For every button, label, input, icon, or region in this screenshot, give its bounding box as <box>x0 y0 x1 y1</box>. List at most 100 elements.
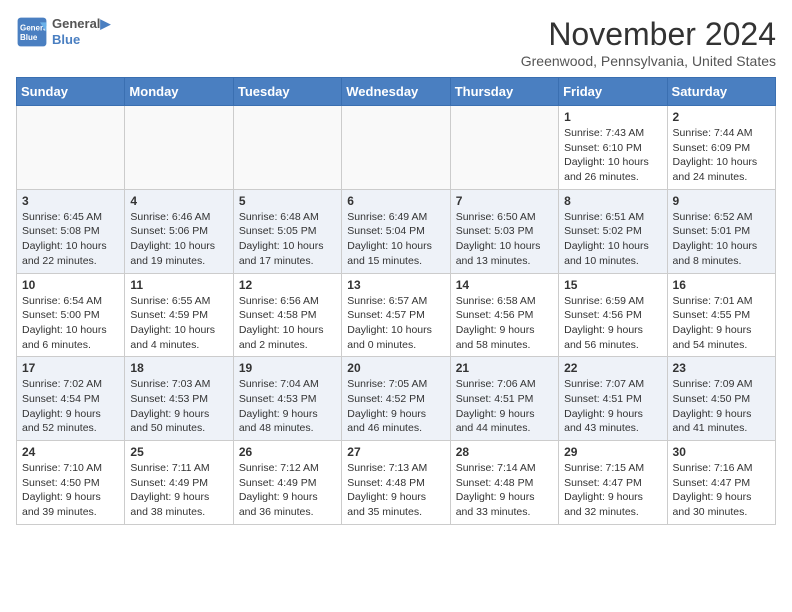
day-number: 8 <box>564 194 661 208</box>
day-info: Sunrise: 7:10 AMSunset: 4:50 PMDaylight:… <box>22 461 119 520</box>
day-number: 7 <box>456 194 553 208</box>
location: Greenwood, Pennsylvania, United States <box>521 53 776 69</box>
day-info: Sunrise: 7:43 AMSunset: 6:10 PMDaylight:… <box>564 126 661 185</box>
day-number: 1 <box>564 110 661 124</box>
day-info: Sunrise: 6:49 AMSunset: 5:04 PMDaylight:… <box>347 210 444 269</box>
day-info: Sunrise: 7:12 AMSunset: 4:49 PMDaylight:… <box>239 461 336 520</box>
day-number: 2 <box>673 110 770 124</box>
day-number: 28 <box>456 445 553 459</box>
calendar-cell: 29Sunrise: 7:15 AMSunset: 4:47 PMDayligh… <box>559 441 667 525</box>
calendar-cell: 18 Sunrise: 7:03 AMSunset: 4:53 PMDayligh… <box>125 357 233 441</box>
calendar-cell: 26 Sunrise: 7:12 AMSunset: 4:49 PMDayligh… <box>233 441 341 525</box>
day-info: Sunrise: 7:03 AMSunset: 4:53 PMDaylight:… <box>130 377 227 436</box>
day-info: Sunrise: 7:02 AMSunset: 4:54 PMDaylight:… <box>22 377 119 436</box>
calendar-cell <box>125 106 233 190</box>
calendar-cell: 14Sunrise: 6:58 AMSunset: 4:56 PMDayligh… <box>450 273 558 357</box>
calendar-cell: 7Sunrise: 6:50 AMSunset: 5:03 PMDaylight… <box>450 189 558 273</box>
day-info: Sunrise: 7:16 AMSunset: 4:47 PMDaylight:… <box>673 461 770 520</box>
day-info: Sunrise: 7:07 AMSunset: 4:51 PMDaylight:… <box>564 377 661 436</box>
calendar-week-5: 24 Sunrise: 7:10 AMSunset: 4:50 PMDayligh… <box>17 441 776 525</box>
calendar-cell: 8 Sunrise: 6:51 AMSunset: 5:02 PMDaylight… <box>559 189 667 273</box>
calendar-cell: 13 Sunrise: 6:57 AMSunset: 4:57 PMDayligh… <box>342 273 450 357</box>
page-header: General Blue General▶ Blue November 2024… <box>16 16 776 69</box>
day-number: 24 <box>22 445 119 459</box>
day-number: 20 <box>347 361 444 375</box>
title-section: November 2024 Greenwood, Pennsylvania, U… <box>521 16 776 69</box>
day-number: 15 <box>564 278 661 292</box>
header-tuesday: Tuesday <box>233 78 341 106</box>
calendar-cell: 15 Sunrise: 6:59 AMSunset: 4:56 PMDayligh… <box>559 273 667 357</box>
day-info: Sunrise: 6:54 AMSunset: 5:00 PMDaylight:… <box>22 294 119 353</box>
calendar-cell: 11Sunrise: 6:55 AMSunset: 4:59 PMDayligh… <box>125 273 233 357</box>
day-number: 12 <box>239 278 336 292</box>
header-thursday: Thursday <box>450 78 558 106</box>
header-friday: Friday <box>559 78 667 106</box>
calendar-cell: 25 Sunrise: 7:11 AMSunset: 4:49 PMDayligh… <box>125 441 233 525</box>
month-title: November 2024 <box>521 16 776 53</box>
logo: General Blue General▶ Blue <box>16 16 110 48</box>
day-number: 27 <box>347 445 444 459</box>
day-info: Sunrise: 6:45 AMSunset: 5:08 PMDaylight:… <box>22 210 119 269</box>
header-row: Sunday Monday Tuesday Wednesday Thursday… <box>17 78 776 106</box>
day-number: 16 <box>673 278 770 292</box>
calendar-cell: 23 Sunrise: 7:09 AMSunset: 4:50 PMDayligh… <box>667 357 775 441</box>
day-number: 22 <box>564 361 661 375</box>
calendar-week-3: 10Sunrise: 6:54 AMSunset: 5:00 PMDayligh… <box>17 273 776 357</box>
logo-text: General▶ Blue <box>52 16 110 47</box>
calendar-cell: 28 Sunrise: 7:14 AMSunset: 4:48 PMDayligh… <box>450 441 558 525</box>
header-saturday: Saturday <box>667 78 775 106</box>
day-info: Sunrise: 7:09 AMSunset: 4:50 PMDaylight:… <box>673 377 770 436</box>
calendar-cell <box>233 106 341 190</box>
day-info: Sunrise: 6:57 AMSunset: 4:57 PMDaylight:… <box>347 294 444 353</box>
day-number: 5 <box>239 194 336 208</box>
header-wednesday: Wednesday <box>342 78 450 106</box>
day-info: Sunrise: 7:05 AMSunset: 4:52 PMDaylight:… <box>347 377 444 436</box>
calendar-cell: 10Sunrise: 6:54 AMSunset: 5:00 PMDayligh… <box>17 273 125 357</box>
calendar-cell: 3 Sunrise: 6:45 AMSunset: 5:08 PMDaylight… <box>17 189 125 273</box>
day-number: 4 <box>130 194 227 208</box>
calendar-cell: 27 Sunrise: 7:13 AMSunset: 4:48 PMDayligh… <box>342 441 450 525</box>
svg-text:Blue: Blue <box>20 33 38 42</box>
calendar-cell <box>450 106 558 190</box>
day-number: 26 <box>239 445 336 459</box>
calendar-cell: 5Sunrise: 6:48 AMSunset: 5:05 PMDaylight… <box>233 189 341 273</box>
day-info: Sunrise: 7:14 AMSunset: 4:48 PMDaylight:… <box>456 461 553 520</box>
calendar-cell: 17Sunrise: 7:02 AMSunset: 4:54 PMDayligh… <box>17 357 125 441</box>
logo-icon: General Blue <box>16 16 48 48</box>
day-info: Sunrise: 7:06 AMSunset: 4:51 PMDaylight:… <box>456 377 553 436</box>
day-number: 3 <box>22 194 119 208</box>
calendar-cell: 12 Sunrise: 6:56 AMSunset: 4:58 PMDayligh… <box>233 273 341 357</box>
day-number: 23 <box>673 361 770 375</box>
day-number: 18 <box>130 361 227 375</box>
day-number: 13 <box>347 278 444 292</box>
day-info: Sunrise: 6:59 AMSunset: 4:56 PMDaylight:… <box>564 294 661 353</box>
day-info: Sunrise: 6:58 AMSunset: 4:56 PMDaylight:… <box>456 294 553 353</box>
calendar-cell: 16 Sunrise: 7:01 AMSunset: 4:55 PMDayligh… <box>667 273 775 357</box>
calendar-cell: 19 Sunrise: 7:04 AMSunset: 4:53 PMDayligh… <box>233 357 341 441</box>
day-info: Sunrise: 7:01 AMSunset: 4:55 PMDaylight:… <box>673 294 770 353</box>
day-number: 9 <box>673 194 770 208</box>
calendar-week-2: 3 Sunrise: 6:45 AMSunset: 5:08 PMDaylight… <box>17 189 776 273</box>
calendar-table: Sunday Monday Tuesday Wednesday Thursday… <box>16 77 776 525</box>
day-info: Sunrise: 7:04 AMSunset: 4:53 PMDaylight:… <box>239 377 336 436</box>
calendar-cell <box>17 106 125 190</box>
calendar-cell: 6 Sunrise: 6:49 AMSunset: 5:04 PMDaylight… <box>342 189 450 273</box>
day-info: Sunrise: 7:44 AMSunset: 6:09 PMDaylight:… <box>673 126 770 185</box>
calendar-cell <box>342 106 450 190</box>
day-info: Sunrise: 6:56 AMSunset: 4:58 PMDaylight:… <box>239 294 336 353</box>
day-number: 6 <box>347 194 444 208</box>
day-info: Sunrise: 6:46 AMSunset: 5:06 PMDaylight:… <box>130 210 227 269</box>
day-number: 25 <box>130 445 227 459</box>
day-info: Sunrise: 7:11 AMSunset: 4:49 PMDaylight:… <box>130 461 227 520</box>
day-info: Sunrise: 7:15 AMSunset: 4:47 PMDaylight:… <box>564 461 661 520</box>
header-monday: Monday <box>125 78 233 106</box>
day-number: 11 <box>130 278 227 292</box>
calendar-cell: 24 Sunrise: 7:10 AMSunset: 4:50 PMDayligh… <box>17 441 125 525</box>
calendar-week-1: 1 Sunrise: 7:43 AMSunset: 6:10 PMDaylight… <box>17 106 776 190</box>
day-number: 19 <box>239 361 336 375</box>
calendar-cell: 4 Sunrise: 6:46 AMSunset: 5:06 PMDaylight… <box>125 189 233 273</box>
calendar-cell: 9Sunrise: 6:52 AMSunset: 5:01 PMDaylight… <box>667 189 775 273</box>
day-info: Sunrise: 7:13 AMSunset: 4:48 PMDaylight:… <box>347 461 444 520</box>
calendar-cell: 2 Sunrise: 7:44 AMSunset: 6:09 PMDaylight… <box>667 106 775 190</box>
day-info: Sunrise: 6:51 AMSunset: 5:02 PMDaylight:… <box>564 210 661 269</box>
